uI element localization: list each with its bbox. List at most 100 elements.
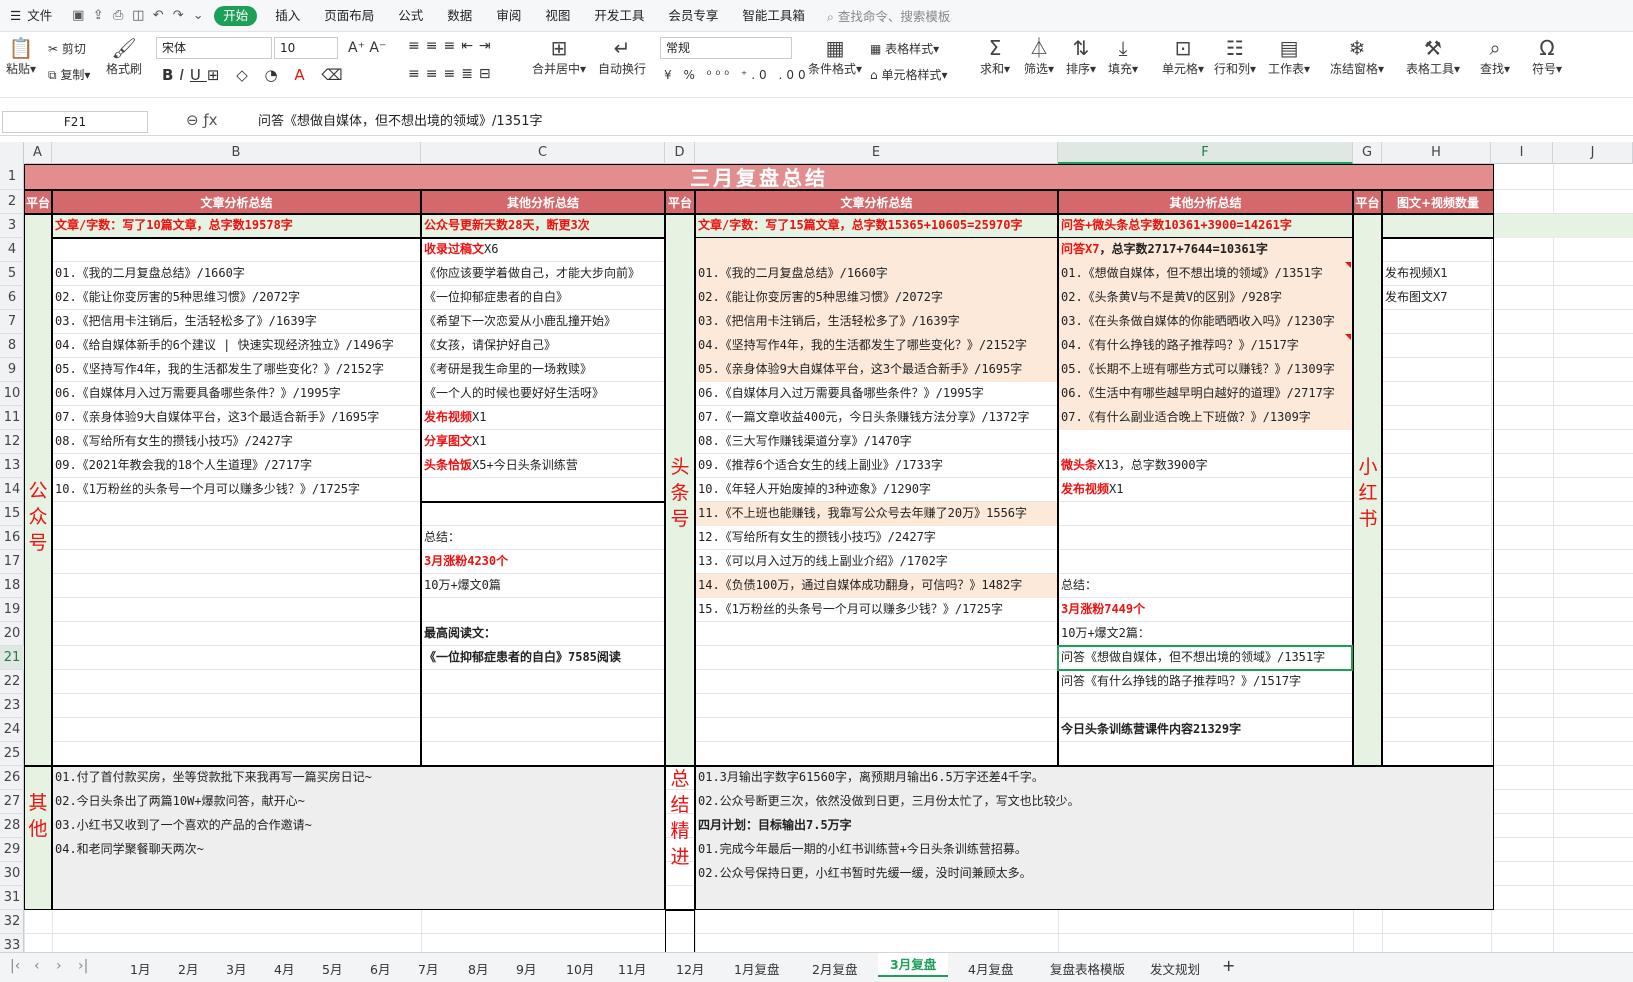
print-icon[interactable]: ⎙ [108,8,128,23]
sort-button[interactable]: ⇅ 排序▾ [1066,36,1096,77]
sheet-tab[interactable]: 9月 [516,959,536,978]
sheet-tab[interactable]: 7月 [418,959,438,978]
export-icon[interactable]: ⇪ [88,8,108,23]
column-header-d[interactable]: D [665,142,695,164]
comment-indicator[interactable] [1345,334,1351,340]
find-button[interactable]: ⌕ 查找▾ [1480,36,1510,77]
row-header-21[interactable]: 21 [0,646,24,670]
column-header-g[interactable]: G [1353,142,1382,164]
merge-center-button[interactable]: ⊞ 合并居中▾ [532,36,586,77]
column-header-c[interactable]: C [421,142,665,164]
row-header-7[interactable]: 7 [0,310,24,334]
sheet-tab[interactable]: 5月 [322,959,342,978]
spreadsheet-grid[interactable]: ABCDEFGHIJ 1 2 3 4 5 6 7 8 9 10 11 12 13 14 15 16 17 18 19… [0,142,1633,952]
tab-formula[interactable]: 公式 [386,0,435,32]
sheet-tab[interactable]: 2月复盘 [812,959,857,978]
tab-page-layout[interactable]: 页面布局 [312,0,386,32]
sheet-tab[interactable]: 4月 [274,959,294,978]
table-tools-button[interactable]: ⚒ 表格工具▾ [1406,36,1460,77]
row-header-9[interactable]: 9 [0,358,24,382]
row-header-25[interactable]: 25 [0,742,24,766]
tab-member[interactable]: 会员专享 [656,0,730,32]
sheet-tab[interactable]: 3月复盘 [878,953,949,977]
row-header-4[interactable]: 4 [0,238,24,262]
row-header-27[interactable]: 27 [0,790,24,814]
redo-icon[interactable]: ↷ [168,8,188,23]
sheet-tab[interactable]: 1月复盘 [734,959,779,978]
last-sheet-icon[interactable]: ›| [78,958,88,974]
sheet-tab[interactable]: 8月 [468,959,488,978]
comment-indicator[interactable] [1345,262,1351,268]
sheet-tab[interactable]: 发文规划 [1150,959,1200,978]
row-header-16[interactable]: 16 [0,526,24,550]
row-header-19[interactable]: 19 [0,598,24,622]
table-style-button[interactable]: ▦ 表格样式▾ [870,40,939,57]
fill-button[interactable]: ⤓ 填充▾ [1108,36,1138,77]
column-header-a[interactable]: A [24,142,52,164]
font-style-buttons[interactable]: BIU⊞ ◇ ◔ A ⌫ [162,66,349,84]
tab-insert[interactable]: 插入 [263,0,312,32]
row-header-23[interactable]: 23 [0,694,24,718]
preview-icon[interactable]: ◫ [128,8,148,23]
number-format-icons[interactable]: ¥ % ⁰⁰⁰ ⁺.0 .00 [664,68,810,82]
sheet-tab[interactable]: 1月 [130,959,150,978]
font-size-select[interactable]: 10 [274,37,338,59]
copy-button[interactable]: ⧉ 复制▾ [48,66,90,83]
row-header-26[interactable]: 26 [0,766,24,790]
sum-button[interactable]: Σ 求和▾ [980,36,1010,77]
column-header-f[interactable]: F [1058,142,1353,164]
wrap-text-button[interactable]: ↵ 自动换行 [598,36,646,77]
row-header-6[interactable]: 6 [0,286,24,310]
add-sheet-icon[interactable]: + [1222,956,1235,975]
sheet-tab[interactable]: 12月 [676,959,704,978]
row-header-28[interactable]: 28 [0,814,24,838]
row-header-10[interactable]: 10 [0,382,24,406]
column-header-h[interactable]: H [1382,142,1491,164]
sheet-tab[interactable]: 2月 [178,959,198,978]
menu-icon[interactable]: ☰ [0,0,27,32]
column-header-j[interactable]: J [1553,142,1633,164]
tab-home[interactable]: 开始 [214,5,258,26]
row-header-29[interactable]: 29 [0,838,24,862]
row-header-13[interactable]: 13 [0,454,24,478]
tab-smart-tools[interactable]: 智能工具箱 [730,0,817,32]
cell-style-button[interactable]: ⌂ 单元格样式▾ [870,66,947,83]
sheet-tab[interactable]: 10月 [566,959,594,978]
row-header-32[interactable]: 32 [0,910,24,934]
conditional-format-button[interactable]: ▦ 条件格式▾ [808,36,862,77]
column-header-e[interactable]: E [695,142,1058,164]
freeze-panes-button[interactable]: ❄ 冻结窗格▾ [1330,36,1384,77]
row-header-17[interactable]: 17 [0,550,24,574]
row-header-12[interactable]: 12 [0,430,24,454]
number-format-select[interactable]: 常规 [660,37,792,59]
sheet-tab[interactable]: 复盘表格模版 [1050,959,1125,978]
align-top-icons[interactable]: ≡≡≡⇤⇥ [408,38,497,54]
formula-input[interactable]: 问答《想做自媒体，但不想出境的领域》/1351字 [258,112,542,132]
row-header-22[interactable]: 22 [0,670,24,694]
row-header-30[interactable]: 30 [0,862,24,886]
row-header-2[interactable]: 2 [0,190,24,214]
row-header-15[interactable]: 15 [0,502,24,526]
command-search[interactable]: ⌕ 查找命令、搜索模板 [827,6,951,25]
row-header-33[interactable]: 33 [0,934,24,952]
sheet-tab[interactable]: 3月 [226,959,246,978]
select-all-corner[interactable] [0,142,24,164]
column-header-b[interactable]: B [52,142,421,164]
row-header-18[interactable]: 18 [0,574,24,598]
sheet-tab[interactable]: 4月复盘 [968,959,1013,978]
row-header-8[interactable]: 8 [0,334,24,358]
row-header-11[interactable]: 11 [0,406,24,430]
tab-data[interactable]: 数据 [435,0,484,32]
first-sheet-icon[interactable]: |‹ [10,958,20,974]
prev-sheet-icon[interactable]: ‹ [34,958,40,974]
customize-icon[interactable]: ⌄ [188,8,208,23]
next-sheet-icon[interactable]: › [56,958,62,974]
row-header-3[interactable]: 3 [0,214,24,238]
column-header-i[interactable]: I [1491,142,1553,164]
tab-developer[interactable]: 开发工具 [582,0,656,32]
sheet-tab[interactable]: 6月 [370,959,390,978]
row-header-1[interactable]: 1 [0,164,24,190]
row-header-20[interactable]: 20 [0,622,24,646]
font-family-select[interactable]: 宋体 [156,37,272,59]
row-header-24[interactable]: 24 [0,718,24,742]
